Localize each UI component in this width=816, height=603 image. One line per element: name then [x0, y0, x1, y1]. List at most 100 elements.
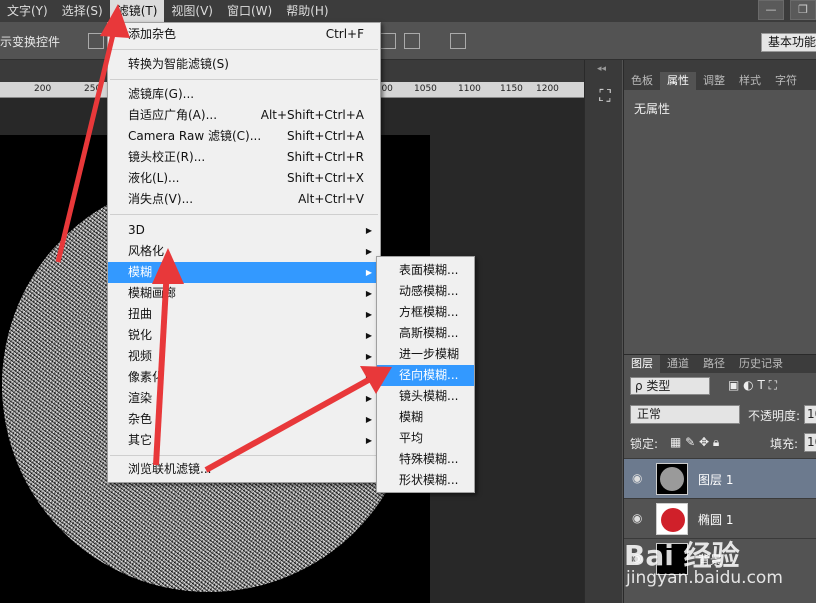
- menu-item-convert-smart-filter[interactable]: 转换为智能滤镜(S): [108, 54, 380, 75]
- menu-select[interactable]: 选择(S): [55, 0, 110, 22]
- menu-item-label: 消失点(V)...: [128, 192, 194, 206]
- menu-item-sharpen[interactable]: 锐化 ▶: [108, 325, 380, 346]
- opacity-input[interactable]: 10: [804, 405, 816, 424]
- tab-paths[interactable]: 路径: [696, 355, 732, 373]
- properties-panel: 色板 属性 调整 样式 字符 无属性: [623, 60, 816, 354]
- menu-item-label: Camera Raw 滤镜(C)...: [128, 129, 262, 143]
- menu-separator: [110, 455, 378, 456]
- menu-view[interactable]: 视图(V): [164, 0, 220, 22]
- menu-item-add-noise[interactable]: 添加杂色 Ctrl+F: [108, 24, 380, 45]
- menu-item-other[interactable]: 其它 ▶: [108, 430, 380, 451]
- filter-type-icons[interactable]: ▣ ◐ T ⛶: [728, 378, 777, 393]
- workspace-switcher[interactable]: 基本功能: [761, 33, 816, 52]
- ruler-tick: 1050: [414, 84, 437, 94]
- layers-tabs: 图层 通道 路径 历史记录: [624, 355, 816, 373]
- fill-label: 填充:: [770, 437, 799, 451]
- menu-item-label: 模糊: [128, 265, 153, 279]
- submenu-item-label: 方框模糊...: [399, 305, 459, 319]
- menu-item-label: 视频: [128, 349, 153, 363]
- tab-swatches[interactable]: 色板: [624, 72, 660, 90]
- no-properties-text: 无属性: [634, 102, 671, 116]
- menu-item-blur-gallery[interactable]: 模糊画廊 ▶: [108, 283, 380, 304]
- submenu-item-lens-blur[interactable]: 镜头模糊...: [377, 386, 474, 407]
- menu-item-blur[interactable]: 模糊 ▶: [108, 262, 380, 283]
- submenu-item-blur-more[interactable]: 进一步模糊: [377, 344, 474, 365]
- window-controls: — ❐: [752, 0, 816, 22]
- menu-item-noise[interactable]: 杂色 ▶: [108, 409, 380, 430]
- properties-tabs: 色板 属性 调整 样式 字符: [624, 60, 816, 90]
- distribute-icon[interactable]: [380, 33, 396, 49]
- lock-label: 锁定:: [630, 437, 659, 451]
- menu-item-adaptive-wide-angle[interactable]: 自适应广角(A)... Alt+Shift+Ctrl+A: [108, 105, 380, 126]
- menu-item-shortcut: Shift+Ctrl+R: [286, 150, 364, 164]
- menu-item-filter-gallery[interactable]: 滤镜库(G)...: [108, 84, 380, 105]
- layer-row[interactable]: ◉ 图层 1: [624, 458, 816, 498]
- menu-item-3d[interactable]: 3D ▶: [108, 220, 380, 241]
- submenu-item-shape-blur[interactable]: 形状模糊...: [377, 470, 474, 491]
- lock-icons[interactable]: ▦ ✎ ✥ 🔒︎: [670, 435, 719, 450]
- menu-item-liquify[interactable]: 液化(L)... Shift+Ctrl+X: [108, 168, 380, 189]
- menu-item-vanishing-point[interactable]: 消失点(V)... Alt+Ctrl+V: [108, 189, 380, 210]
- tab-character[interactable]: 字符: [768, 72, 804, 90]
- menu-window[interactable]: 窗口(W): [220, 0, 279, 22]
- align-icon[interactable]: [88, 33, 104, 49]
- submenu-item-smart-blur[interactable]: 特殊模糊...: [377, 449, 474, 470]
- tab-adjustments[interactable]: 调整: [696, 72, 732, 90]
- submenu-item-blur[interactable]: 模糊: [377, 407, 474, 428]
- menu-item-shortcut: Shift+Ctrl+X: [287, 171, 364, 185]
- menu-item-browse-online-filters[interactable]: 浏览联机滤镜...: [108, 459, 380, 480]
- menu-item-label: 扭曲: [128, 307, 153, 321]
- menu-item-distort[interactable]: 扭曲 ▶: [108, 304, 380, 325]
- menu-item-lens-correction[interactable]: 镜头校正(R)... Shift+Ctrl+R: [108, 147, 380, 168]
- menu-item-camera-raw[interactable]: Camera Raw 滤镜(C)... Shift+Ctrl+A: [108, 126, 380, 147]
- distribute-center-icon[interactable]: [404, 33, 420, 49]
- menu-item-render[interactable]: 渲染 ▶: [108, 388, 380, 409]
- menu-item-stylize[interactable]: 风格化 ▶: [108, 241, 380, 262]
- menu-help[interactable]: 帮助(H): [279, 0, 335, 22]
- submenu-arrow-icon: ▶: [365, 352, 372, 361]
- eye-icon[interactable]: ◉: [632, 471, 642, 485]
- tab-styles[interactable]: 样式: [732, 72, 768, 90]
- submenu-item-label: 高斯模糊...: [399, 326, 459, 340]
- submenu-item-gaussian-blur[interactable]: 高斯模糊...: [377, 323, 474, 344]
- paragraph-panel-icon[interactable]: ⛶: [594, 86, 616, 108]
- menu-separator: [110, 49, 378, 50]
- menu-item-shortcut: Alt+Shift+Ctrl+A: [260, 108, 364, 122]
- menu-item-label: 自适应广角(A)...: [128, 108, 218, 122]
- menu-item-label: 风格化: [128, 244, 165, 258]
- menu-item-label: 镜头校正(R)...: [128, 150, 206, 164]
- menu-text[interactable]: 文字(Y): [0, 0, 55, 22]
- menu-item-label: 滤镜库(G)...: [128, 87, 195, 101]
- menu-item-label: 其它: [128, 433, 153, 447]
- submenu-item-motion-blur[interactable]: 动感模糊...: [377, 281, 474, 302]
- tab-channels[interactable]: 通道: [660, 355, 696, 373]
- tab-properties[interactable]: 属性: [660, 72, 696, 90]
- menu-filter[interactable]: 滤镜(T): [109, 0, 165, 22]
- tab-layers[interactable]: 图层: [624, 355, 660, 373]
- show-transform-controls-label[interactable]: 示变换控件: [0, 33, 60, 50]
- minimize-button[interactable]: —: [758, 0, 784, 20]
- submenu-item-surface-blur[interactable]: 表面模糊...: [377, 260, 474, 281]
- ruler-tick: 1100: [458, 84, 481, 94]
- fill-input[interactable]: 10: [804, 433, 816, 452]
- eye-icon[interactable]: ◉: [632, 511, 642, 525]
- menu-separator: [110, 214, 378, 215]
- submenu-item-average[interactable]: 平均: [377, 428, 474, 449]
- ruler-tick: 200: [34, 84, 52, 94]
- opacity-label: 不透明度:: [748, 409, 801, 423]
- submenu-item-box-blur[interactable]: 方框模糊...: [377, 302, 474, 323]
- menu-item-pixelate[interactable]: 像素化 ▶: [108, 367, 380, 388]
- auto-align-icon[interactable]: [450, 33, 466, 49]
- restore-button[interactable]: ❐: [790, 0, 816, 20]
- blend-mode-select[interactable]: 正常: [630, 405, 740, 424]
- ruler-tick: 1200: [536, 84, 559, 94]
- menu-separator: [110, 79, 378, 80]
- baidu-watermark: Bai 经验 jingyan.baidu.com: [624, 532, 814, 602]
- tab-history[interactable]: 历史记录: [732, 355, 790, 373]
- menu-item-label: 渲染: [128, 391, 153, 405]
- submenu-item-radial-blur[interactable]: 径向模糊...: [377, 365, 474, 386]
- menu-item-label: 添加杂色: [128, 27, 177, 41]
- menu-item-video[interactable]: 视频 ▶: [108, 346, 380, 367]
- layer-filter-select[interactable]: ρ 类型: [630, 377, 710, 395]
- collapse-grip-icon[interactable]: ◂◂: [597, 64, 606, 74]
